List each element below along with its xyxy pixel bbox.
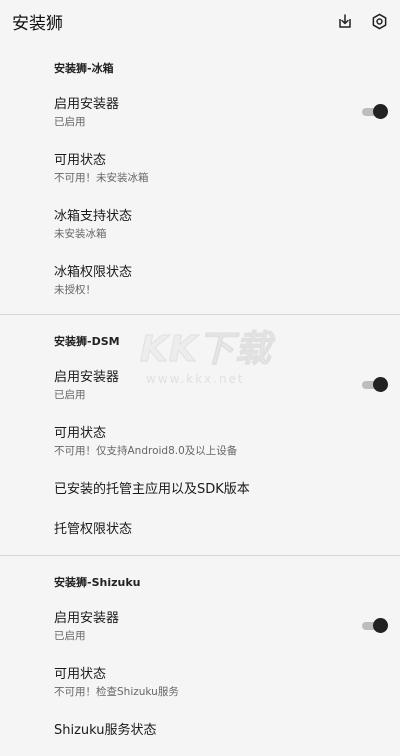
preference-title: 已安装的托管主应用以及SDK版本 [54,482,250,497]
preference-summary: 不可用！仅支持Android8.0及以上设备 [54,445,238,457]
app-bar: 安装狮 [0,0,400,42]
settings-section: 安装狮-冰箱 启用安装器 已启用 可用状态 不可用！未安装冰箱 冰箱支持状态 未安装冰箱 冰箱… [0,42,400,315]
settings-section: 安装狮-Shizuku 启用安装器已启用可用状态 不可用！检查Shizuku服务 Sh… [0,556,400,756]
app-title: 安装狮 [12,13,63,34]
switch-thumb [373,618,388,633]
preference-title: 冰箱权限状态 [54,265,133,280]
settings-list: 安装狮-冰箱 启用安装器 已启用 可用状态 不可用！未安装冰箱 冰箱支持状态 未安装冰箱 冰箱… [0,42,400,756]
preference-title: 可用状态 [54,426,107,441]
preference-title: 可用状态 [54,667,107,682]
preference-item[interactable]: 可用状态不可用！未安装冰箱 [0,140,400,196]
preference-title: 启用安装器 [54,611,120,626]
preference-title: 托管权限状态 [54,522,133,537]
preference-summary: 未授权！ [54,284,96,296]
enable-installer-switch[interactable] [362,618,388,634]
preference-item[interactable]: 已安装的托管主应用以及SDK版本 [0,469,400,509]
preference-item[interactable]: 可用状态不可用！仅支持Android8.0及以上设备 [0,413,400,469]
settings-icon[interactable] [371,13,388,30]
switch-thumb [373,104,388,119]
preference-title: Shizuku服务状态 [54,723,157,738]
preference-title: 可用状态 [54,153,107,168]
preference-item[interactable]: 冰箱权限状态 未授权！ [0,252,400,308]
section-header: 安装狮-DSM [54,335,120,348]
preference-item[interactable]: 可用状态 不可用！检查Shizuku服务 [0,654,400,710]
install-icon[interactable] [337,13,353,29]
settings-section: 安装狮-DSM 启用安装器已启用可用状态不可用！仅支持Android8.0及以上设… [0,315,400,556]
preference-summary: 已启用 [54,116,86,128]
preference-summary: 已启用 [54,389,86,401]
preference-title: 启用安装器 [54,370,120,385]
section-header: 安装狮-冰箱 [54,62,114,75]
preference-summary: 未安装冰箱 [54,228,107,240]
preference-item[interactable]: Shizuku服务状态 [0,710,400,750]
preference-item[interactable]: 启用安装器 已启用 [0,598,400,654]
enable-installer-switch[interactable] [362,377,388,393]
enable-installer-switch[interactable] [362,104,388,120]
preference-summary: 已启用 [54,630,86,642]
section-header: 安装狮-Shizuku [54,576,141,589]
preference-title: 启用安装器 [54,97,120,112]
switch-thumb [373,377,388,392]
preference-summary: 不可用！未安装冰箱 [54,172,149,184]
preference-item[interactable]: 冰箱支持状态 未安装冰箱 [0,196,400,252]
preference-item[interactable]: 启用安装器 已启用 [0,357,400,413]
preference-title: 冰箱支持状态 [54,209,133,224]
preference-item[interactable]: 启用安装器 已启用 [0,84,400,140]
preference-item[interactable]: 托管权限状态 [0,509,400,549]
